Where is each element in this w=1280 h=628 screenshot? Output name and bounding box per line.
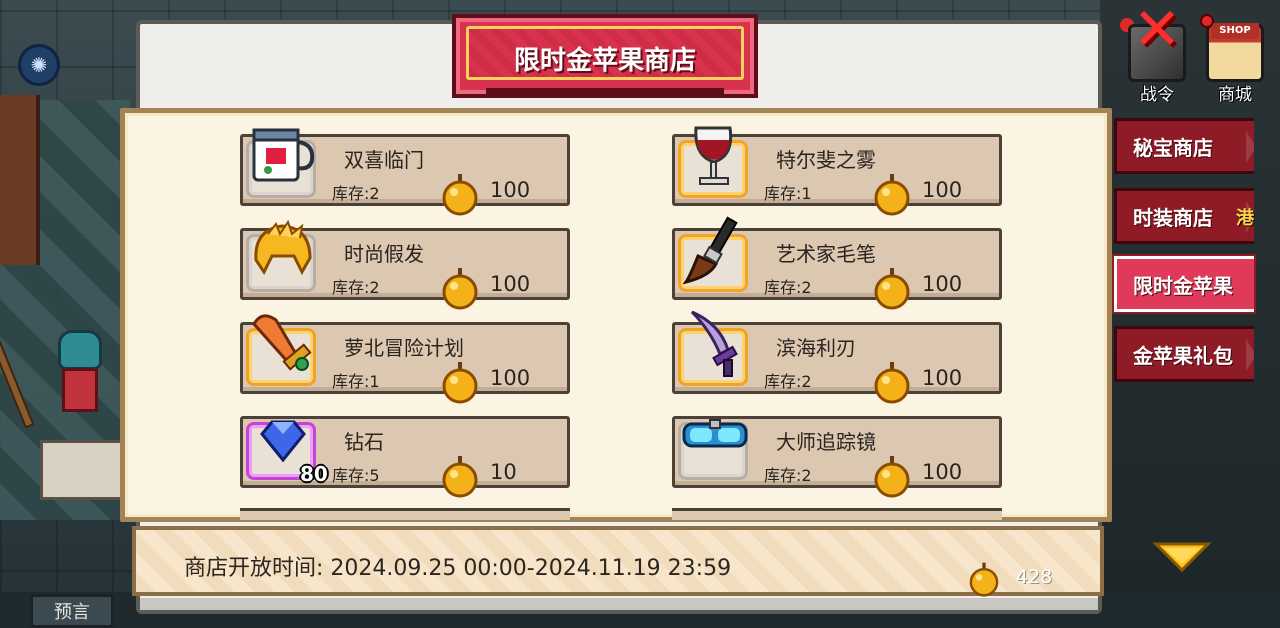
tab-apple-gift-pack[interactable]: 金苹果礼包: [1114, 326, 1254, 382]
golden-apple-icon: [969, 562, 999, 597]
item-quantity: 80: [300, 462, 328, 486]
shop-footer: 商店开放时间: 2024.09.25 00:00-2024.11.19 23:5…: [132, 526, 1104, 597]
item-stock: 库存:2: [764, 466, 812, 485]
shop-title: 限时金苹果商店: [513, 46, 696, 76]
golden-apple-icon: [442, 362, 478, 404]
item-stock: 库存:2: [764, 372, 812, 391]
list-item[interactable]: 特尔斐之雾 库存:1 100: [672, 126, 1002, 216]
item-price: 10: [490, 460, 517, 484]
item-name: 萝北冒险计划: [344, 336, 464, 360]
list-item[interactable]: 时尚假发 库存:2 100: [240, 219, 570, 310]
mall-icon: SHOP: [1206, 23, 1264, 82]
golden-apple-icon: [442, 456, 478, 498]
item-name: 钻石: [344, 430, 384, 454]
item-name: 双喜临门: [344, 148, 424, 172]
golden-apple-icon: [874, 268, 910, 310]
scroll-down-icon[interactable]: [1152, 540, 1212, 574]
tab-label: 时装商店: [1133, 205, 1213, 230]
golden-apple-icon: [874, 174, 910, 216]
mug-icon: [252, 128, 315, 182]
golden-apple-icon: [442, 174, 478, 216]
apple-balance: 428: [1016, 566, 1053, 588]
table: [40, 440, 130, 500]
golden-wig-icon: [254, 219, 312, 276]
item-price: 100: [922, 272, 963, 296]
item-price: 100: [922, 366, 963, 390]
tab-treasure-shop[interactable]: 秘宝商店: [1114, 118, 1254, 174]
tab-label: 限时金苹果: [1133, 273, 1233, 298]
side-partial-text: 港: [1236, 208, 1254, 229]
golden-apple-icon: [442, 268, 478, 310]
close-icon[interactable]: ✕: [1130, 0, 1184, 58]
item-name: 特尔斐之雾: [776, 148, 876, 172]
item-price: 100: [922, 460, 963, 484]
item-stock: 库存:1: [332, 372, 380, 391]
shop-sign: SHOP: [1211, 23, 1259, 39]
item-stock: 库存:5: [332, 466, 380, 485]
list-item-partial: [672, 508, 1002, 520]
golden-apple-icon: [874, 456, 910, 498]
golden-apple-icon: [874, 362, 910, 404]
item-price: 100: [922, 178, 963, 202]
wooden-shelf: [0, 95, 40, 265]
list-item[interactable]: 艺术家毛笔 库存:2 100: [672, 216, 1002, 310]
item-stock: 库存:2: [332, 184, 380, 203]
item-name: 艺术家毛笔: [776, 242, 876, 266]
item-stock: 库存:2: [764, 278, 812, 297]
mall-button[interactable]: SHOP 商城: [1202, 23, 1268, 105]
wine-glass-icon: [694, 126, 733, 185]
mall-label: 商城: [1218, 85, 1252, 105]
notification-dot: [1200, 14, 1214, 28]
tab-limited-apple-shop[interactable]: 限时金苹果: [1114, 256, 1254, 312]
purple-blade-icon: [690, 310, 738, 377]
open-time-value: 2024.09.25 00:00-2024.11.19 23:59: [330, 556, 732, 581]
paintbrush-icon: [682, 216, 738, 285]
open-time: 商店开放时间: 2024.09.25 00:00-2024.11.19 23:5…: [184, 550, 731, 582]
tab-label: 金苹果礼包: [1133, 343, 1233, 368]
list-item[interactable]: 80 钻石 库存:5 10: [240, 416, 570, 498]
item-price: 100: [490, 178, 531, 202]
list-item-partial: [240, 508, 570, 520]
item-name: 时尚假发: [344, 242, 424, 266]
open-time-label: 商店开放时间:: [184, 556, 324, 581]
goggles-icon: [682, 419, 748, 448]
battle-pass-label: 战令: [1140, 85, 1174, 105]
item-stock: 库存:2: [332, 278, 380, 297]
player-character: [48, 330, 110, 422]
tab-label: 秘宝商店: [1133, 135, 1213, 160]
tab-fashion-shop[interactable]: 时装商店: [1114, 188, 1254, 244]
list-item[interactable]: 大师追踪镜 库存:2 100: [672, 416, 1002, 498]
ability-icon[interactable]: ✺: [18, 44, 60, 86]
predict-button[interactable]: 预言: [30, 594, 114, 628]
list-item[interactable]: 双喜临门 库存:2 100: [240, 128, 570, 216]
list-item[interactable]: 滨海利刃 库存:2 100: [672, 310, 1002, 404]
list-item[interactable]: 萝北冒险计划 库存:1 100: [240, 314, 570, 404]
title-banner: 限时金苹果商店: [452, 14, 758, 98]
carrot-sword-icon: [252, 314, 312, 371]
item-price: 100: [490, 272, 531, 296]
item-name: 滨海利刃: [776, 336, 856, 360]
item-stock: 库存:1: [764, 184, 812, 203]
item-name: 大师追踪镜: [776, 430, 876, 454]
item-price: 100: [490, 366, 531, 390]
